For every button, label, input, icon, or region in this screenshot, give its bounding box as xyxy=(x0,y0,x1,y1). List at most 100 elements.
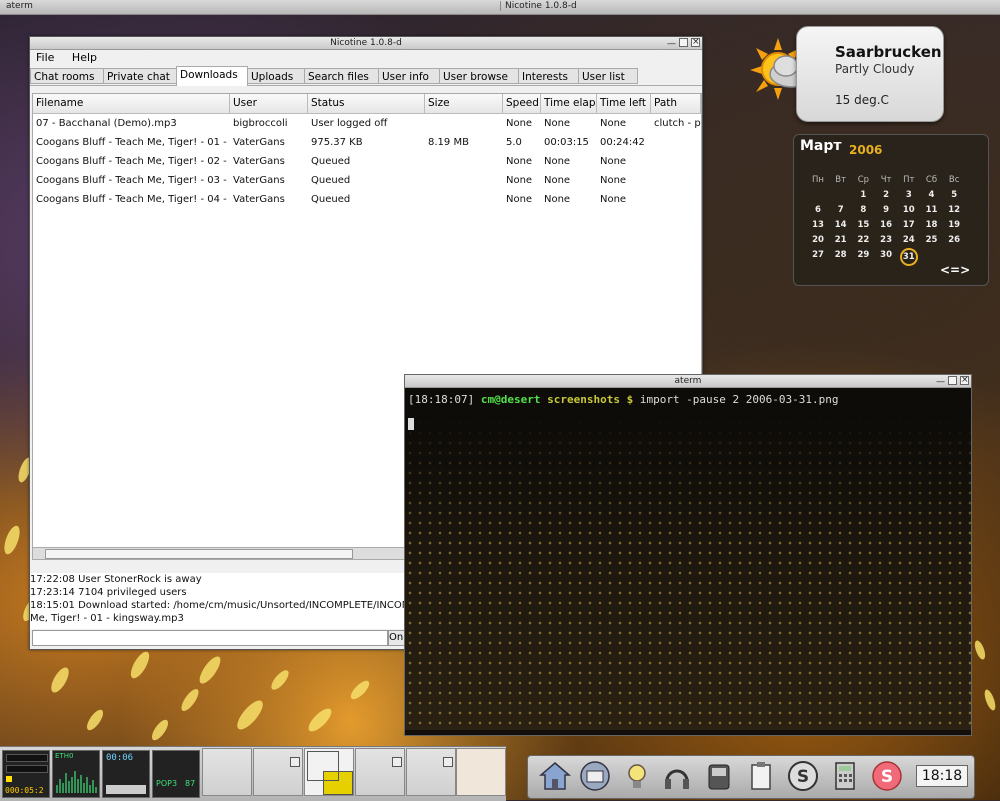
cell-elapsed: None xyxy=(544,175,571,186)
tab-user-info[interactable]: User info xyxy=(378,68,440,84)
calendar-day[interactable]: 25 xyxy=(921,235,943,245)
minimize-button[interactable]: — xyxy=(936,376,945,387)
calendar-day[interactable]: 27 xyxy=(807,250,829,260)
calendar-day[interactable]: 5 xyxy=(943,190,965,200)
cell-status: 975.37 KB xyxy=(311,137,363,148)
calendar-day[interactable]: 12 xyxy=(943,205,965,215)
aterm-title: aterm xyxy=(674,376,702,386)
skype-icon[interactable]: S xyxy=(870,759,904,793)
col-size[interactable]: Size xyxy=(425,94,503,113)
calendar-day[interactable]: 11 xyxy=(921,205,943,215)
log-area: 17:22:08 User StonerRock is away 17:23:1… xyxy=(30,573,410,629)
workspace-4[interactable] xyxy=(355,748,405,796)
col-time-elapsed[interactable]: Time elapsed xyxy=(541,94,597,113)
cell-user: bigbroccoli xyxy=(233,118,288,129)
mixer-icon[interactable] xyxy=(702,759,736,793)
calendar-day[interactable]: 10 xyxy=(898,205,920,215)
calculator-icon[interactable] xyxy=(828,759,862,793)
calendar-day[interactable]: 15 xyxy=(852,220,874,230)
close-button[interactable]: × xyxy=(691,38,700,47)
terminal-body[interactable]: [18:18:07] cm@desert screenshots $ impor… xyxy=(405,388,971,730)
menu-file[interactable]: File xyxy=(36,51,54,64)
tab-private-chat[interactable]: Private chat xyxy=(103,68,177,84)
calendar-day[interactable]: 3 xyxy=(898,190,920,200)
timer-dockapp[interactable]: 000:05:2 xyxy=(2,750,50,798)
mail-icon[interactable] xyxy=(578,759,612,793)
table-row[interactable]: Coogans Bluff - Teach Me, Tiger! - 04 - … xyxy=(33,190,701,209)
calendar-day[interactable]: 4 xyxy=(921,190,943,200)
col-status[interactable]: Status xyxy=(308,94,425,113)
horizontal-scrollbar[interactable] xyxy=(32,547,414,560)
col-time-left[interactable]: Time left xyxy=(597,94,651,113)
workspace-1[interactable] xyxy=(202,748,252,796)
workspace-3[interactable] xyxy=(304,748,354,796)
table-row[interactable]: Coogans Bluff - Teach Me, Tiger! - 02 - … xyxy=(33,152,701,171)
aterm-titlebar[interactable]: aterm — × xyxy=(405,375,971,388)
tab-search-files[interactable]: Search files xyxy=(304,68,379,84)
headphones-icon[interactable] xyxy=(660,759,694,793)
col-path[interactable]: Path xyxy=(651,94,701,113)
workspace-2[interactable] xyxy=(253,748,303,796)
weather-widget: Saarbrucken Partly Cloudy 15 deg.C xyxy=(796,26,944,122)
close-button[interactable]: × xyxy=(960,376,969,385)
calendar-day[interactable]: 19 xyxy=(943,220,965,230)
tab-user-list[interactable]: User list xyxy=(578,68,638,84)
clipboard-icon[interactable] xyxy=(744,759,778,793)
col-user[interactable]: User xyxy=(230,94,308,113)
menu-help[interactable]: Help xyxy=(72,51,97,64)
calendar-day[interactable]: 20 xyxy=(807,235,829,245)
calendar-day[interactable]: 22 xyxy=(852,235,874,245)
calendar-day[interactable]: 16 xyxy=(875,220,897,230)
col-filename[interactable]: Filename xyxy=(33,94,230,113)
calendar-day[interactable]: 13 xyxy=(807,220,829,230)
calendar-day[interactable]: 7 xyxy=(830,205,852,215)
chat-input[interactable] xyxy=(32,630,388,646)
calendar-day[interactable]: 8 xyxy=(852,205,874,215)
table-row[interactable]: Coogans Bluff - Teach Me, Tiger! - 01 - … xyxy=(33,133,701,152)
calendar-today[interactable]: 31 xyxy=(899,248,918,266)
workspace-6[interactable] xyxy=(456,748,506,796)
cell-left: None xyxy=(600,118,627,129)
table-row[interactable]: 07 - Bacchanal (Demo).mp3 bigbroccoli User… xyxy=(33,114,701,133)
nicotine-titlebar[interactable]: Nicotine 1.0.8-d — × xyxy=(30,37,702,50)
calendar-day[interactable]: 1 xyxy=(852,190,874,200)
calendar-day[interactable]: 14 xyxy=(830,220,852,230)
maximize-button[interactable] xyxy=(679,38,688,47)
s-logo-icon[interactable]: S xyxy=(786,759,820,793)
calendar-day[interactable]: 28 xyxy=(830,250,852,260)
calendar-day[interactable]: 30 xyxy=(875,250,897,260)
calendar-day[interactable]: 18 xyxy=(921,220,943,230)
calendar-day[interactable]: 9 xyxy=(875,205,897,215)
maximize-button[interactable] xyxy=(948,376,957,385)
cell-left: None xyxy=(600,194,627,205)
tab-interests[interactable]: Interests xyxy=(518,68,579,84)
calendar-day[interactable]: 21 xyxy=(830,235,852,245)
scrollbar-thumb[interactable] xyxy=(45,549,353,559)
workspace-5[interactable] xyxy=(406,748,456,796)
minimize-button[interactable]: — xyxy=(667,38,676,49)
calendar-day[interactable]: 2 xyxy=(875,190,897,200)
media-player-dockapp[interactable]: 00:06 xyxy=(102,750,150,798)
calendar-nav-button[interactable]: <=> xyxy=(940,263,970,277)
player-controls[interactable] xyxy=(106,785,146,794)
home-icon[interactable] xyxy=(538,759,572,793)
calendar-day[interactable]: 29 xyxy=(852,250,874,260)
pop3-dockapp[interactable]: POP3 87 xyxy=(152,750,200,798)
calendar-day[interactable]: 17 xyxy=(898,220,920,230)
network-monitor-dockapp[interactable]: ETH0 xyxy=(52,750,100,798)
calendar-day[interactable]: 6 xyxy=(807,205,829,215)
calendar-day[interactable]: 24 xyxy=(898,235,920,245)
tab-chat-rooms[interactable]: Chat rooms xyxy=(30,68,104,84)
table-row[interactable]: Coogans Bluff - Teach Me, Tiger! - 03 - … xyxy=(33,171,701,190)
clock[interactable]: 18:18 xyxy=(916,765,968,787)
tab-user-browse[interactable]: User browse xyxy=(439,68,519,84)
calendar-month: Март xyxy=(800,138,842,154)
top-title-bar: aterm Nicotine 1.0.8-d xyxy=(0,0,1000,15)
tab-downloads[interactable]: Downloads xyxy=(176,66,248,86)
col-speed[interactable]: Speed xyxy=(503,94,541,113)
tab-uploads[interactable]: Uploads xyxy=(247,68,305,84)
lightbulb-icon[interactable] xyxy=(620,759,654,793)
calendar-day[interactable]: 26 xyxy=(943,235,965,245)
calendar-day[interactable]: 23 xyxy=(875,235,897,245)
cell-size xyxy=(425,114,503,133)
